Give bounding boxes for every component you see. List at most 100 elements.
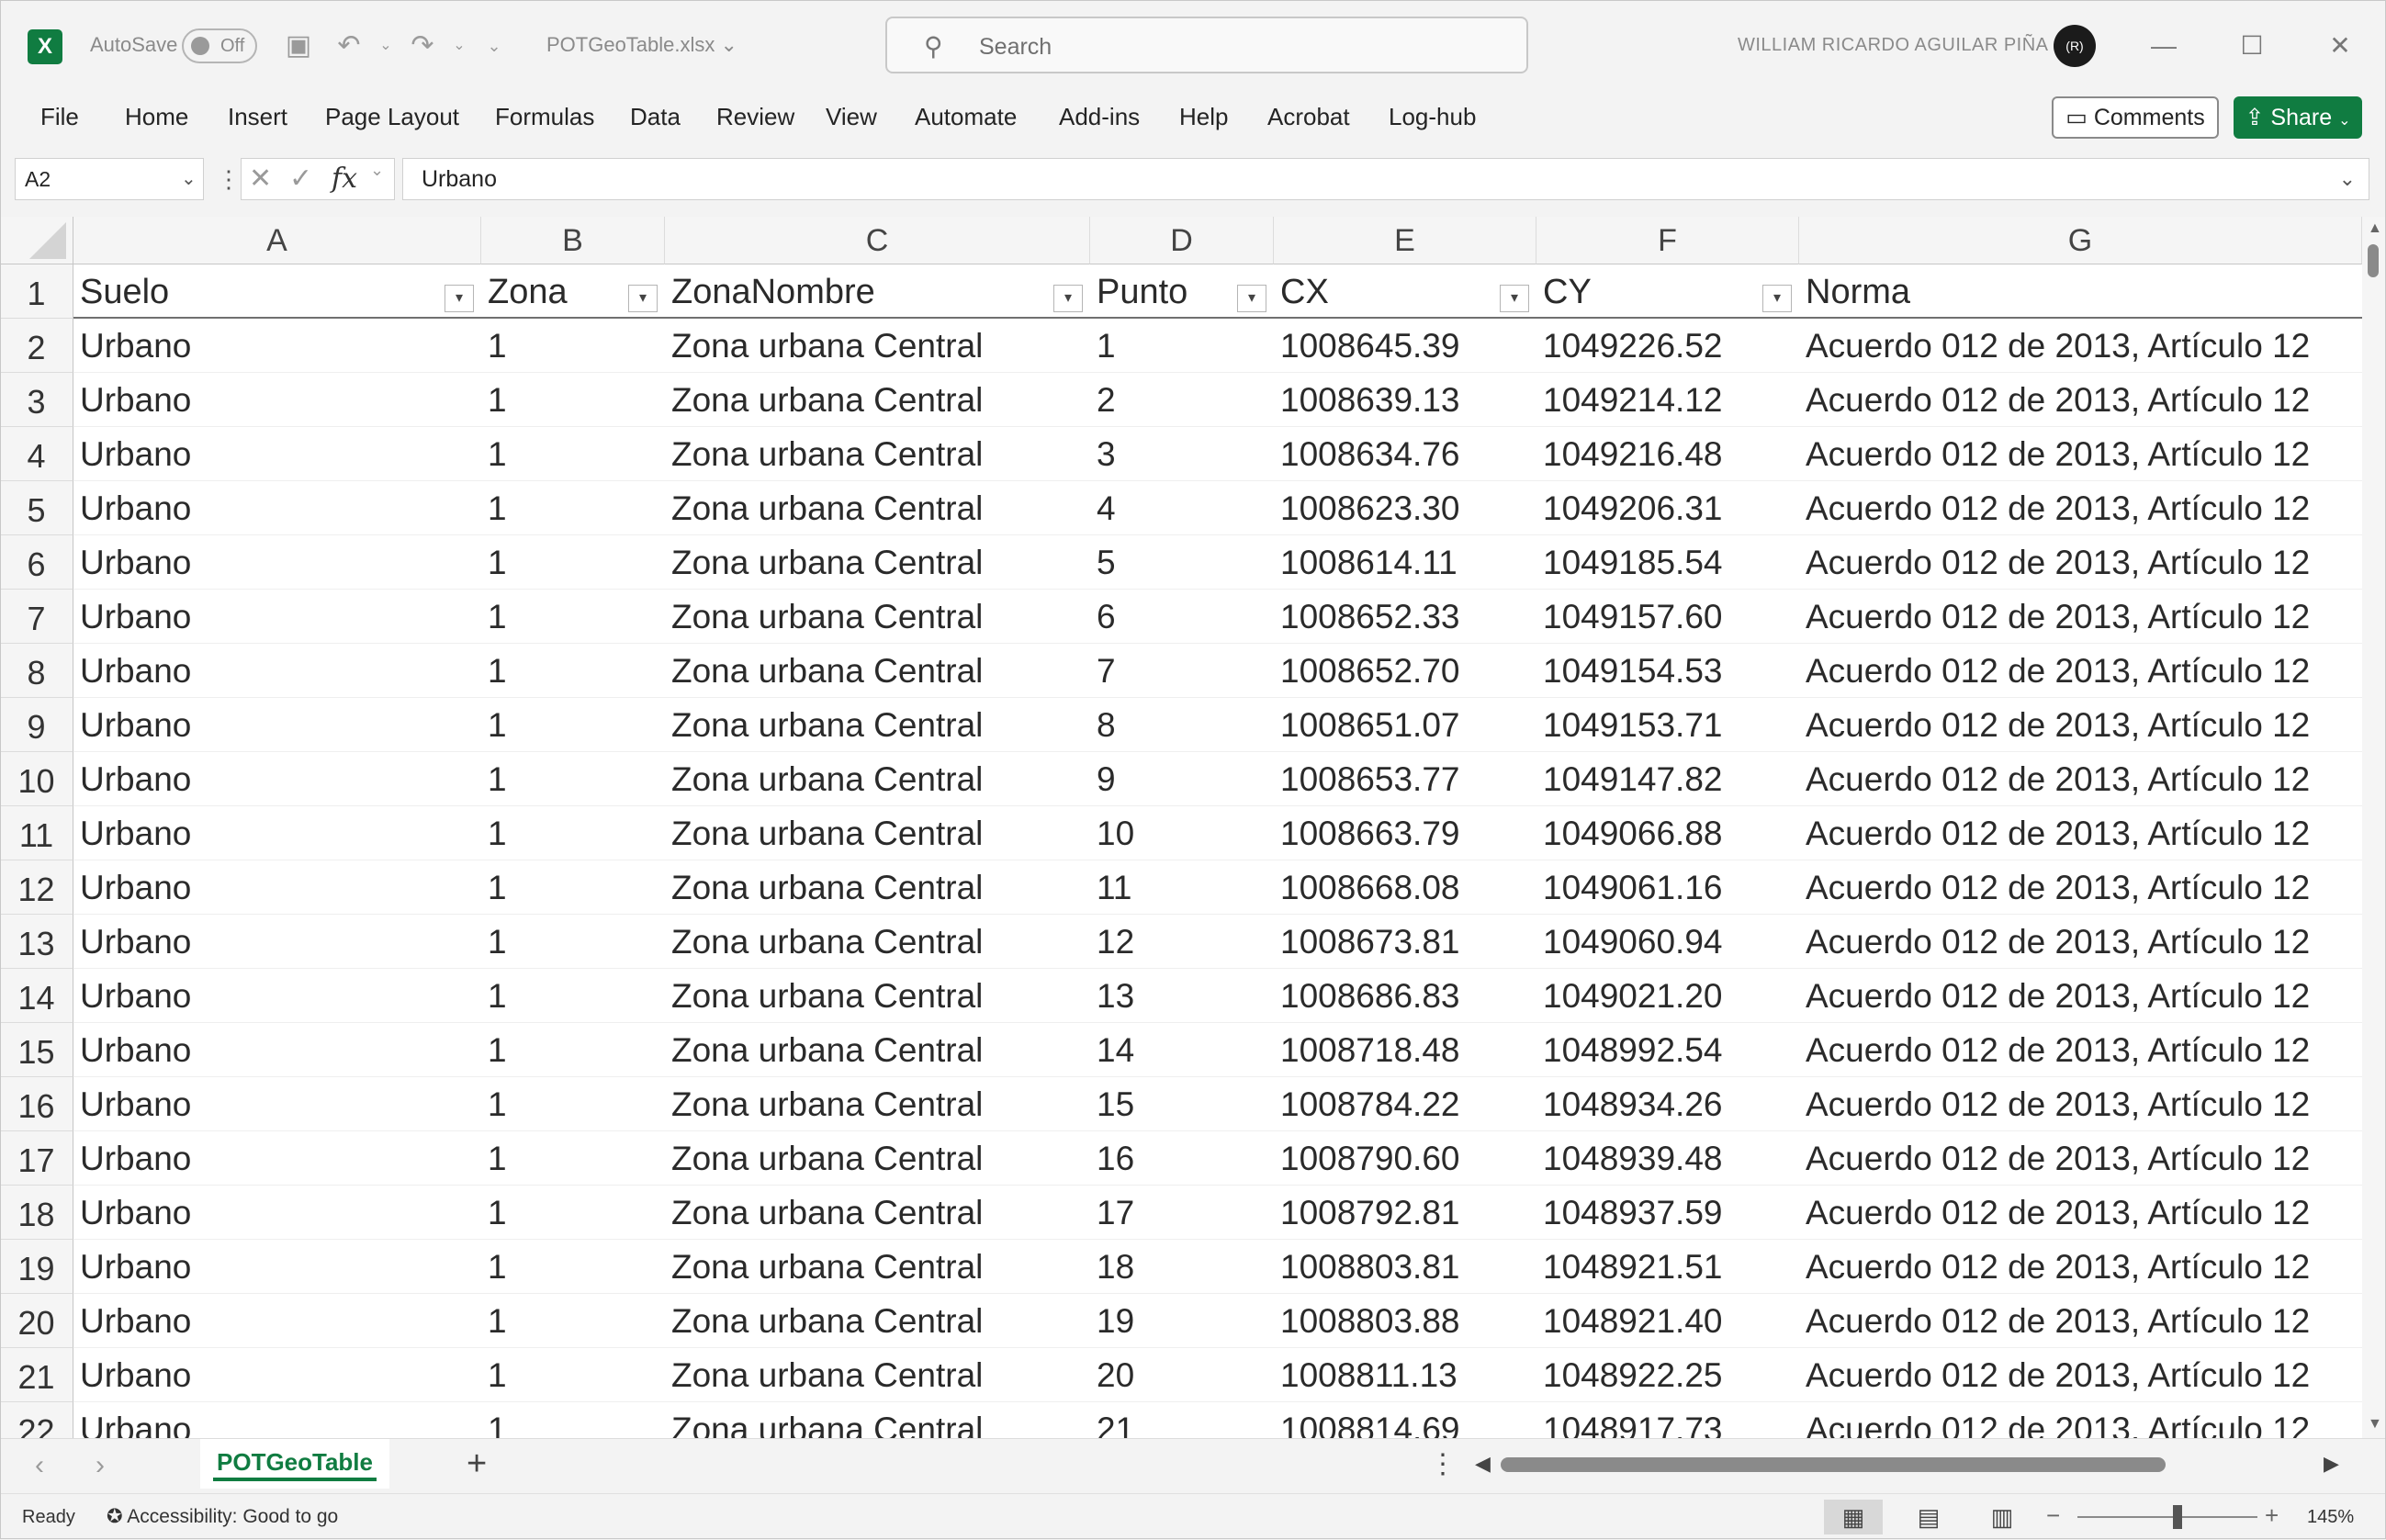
scroll-up-icon[interactable]: ▲: [2368, 220, 2382, 237]
table-header-cell[interactable]: CY: [1536, 264, 1799, 319]
table-header-cell[interactable]: ZonaNombre: [665, 264, 1090, 319]
table-cell[interactable]: 7: [1090, 644, 1274, 698]
table-cell[interactable]: Zona urbana Central: [665, 481, 1090, 535]
table-header-cell[interactable]: CX: [1274, 264, 1536, 319]
table-cell[interactable]: Acuerdo 012 de 2013, Artículo 12: [1799, 481, 2362, 535]
cancel-icon[interactable]: ✕: [249, 163, 272, 195]
table-cell[interactable]: 1049021.20: [1536, 969, 1799, 1023]
tab-page-layout[interactable]: Page Layout: [325, 103, 459, 131]
table-cell[interactable]: Urbano: [73, 1186, 481, 1240]
zoom-in-icon[interactable]: +: [2265, 1501, 2279, 1530]
table-cell[interactable]: 1: [1090, 319, 1274, 373]
save-icon[interactable]: ▣: [280, 28, 317, 64]
row-header[interactable]: 4: [0, 427, 73, 481]
column-header-e[interactable]: E: [1274, 217, 1536, 264]
table-cell[interactable]: 5: [1090, 535, 1274, 590]
chevron-down-icon[interactable]: ⌄: [370, 161, 384, 180]
table-cell[interactable]: Acuerdo 012 de 2013, Artículo 12: [1799, 1023, 2362, 1077]
table-cell[interactable]: Zona urbana Central: [665, 373, 1090, 427]
table-cell[interactable]: Urbano: [73, 481, 481, 535]
redo-dropdown-icon[interactable]: ⌄: [441, 28, 478, 64]
table-cell[interactable]: 1008645.39: [1274, 319, 1536, 373]
table-cell[interactable]: 1: [481, 1240, 665, 1294]
table-cell[interactable]: Zona urbana Central: [665, 806, 1090, 860]
table-cell[interactable]: 1: [481, 481, 665, 535]
table-cell[interactable]: 1008811.13: [1274, 1348, 1536, 1402]
row-header[interactable]: 15: [0, 1023, 73, 1077]
table-cell[interactable]: Zona urbana Central: [665, 1131, 1090, 1186]
table-cell[interactable]: Urbano: [73, 427, 481, 481]
select-all-button[interactable]: [0, 217, 73, 264]
table-cell[interactable]: Urbano: [73, 1023, 481, 1077]
filter-dropdown-icon[interactable]: ▾: [1762, 285, 1792, 312]
column-header-b[interactable]: B: [481, 217, 665, 264]
accessibility-status[interactable]: ✪ Accessibility: Good to go: [107, 1505, 338, 1528]
formula-input[interactable]: Urbano ⌄: [402, 158, 2369, 200]
table-cell[interactable]: 1008686.83: [1274, 969, 1536, 1023]
row-header[interactable]: 13: [0, 915, 73, 969]
table-cell[interactable]: Urbano: [73, 319, 481, 373]
table-cell[interactable]: Acuerdo 012 de 2013, Artículo 12: [1799, 806, 2362, 860]
table-cell[interactable]: 1: [481, 1402, 665, 1438]
table-cell[interactable]: 1049147.82: [1536, 752, 1799, 806]
tab-acrobat[interactable]: Acrobat: [1267, 103, 1350, 131]
table-cell[interactable]: Urbano: [73, 1348, 481, 1402]
table-cell[interactable]: 1049157.60: [1536, 590, 1799, 644]
table-cell[interactable]: 1008784.22: [1274, 1077, 1536, 1131]
table-cell[interactable]: 1048921.40: [1536, 1294, 1799, 1348]
maximize-icon[interactable]: ☐: [2224, 20, 2279, 72]
table-cell[interactable]: Urbano: [73, 1077, 481, 1131]
tab-review[interactable]: Review: [716, 103, 794, 131]
name-box[interactable]: A2 ⌄: [15, 158, 204, 200]
row-header[interactable]: 18: [0, 1186, 73, 1240]
table-cell[interactable]: Urbano: [73, 373, 481, 427]
next-sheet-icon[interactable]: ›: [96, 1450, 105, 1481]
tab-file[interactable]: File: [40, 103, 79, 131]
table-cell[interactable]: 1008663.79: [1274, 806, 1536, 860]
row-header[interactable]: 22: [0, 1402, 73, 1438]
table-cell[interactable]: Acuerdo 012 de 2013, Artículo 12: [1799, 644, 2362, 698]
table-cell[interactable]: Acuerdo 012 de 2013, Artículo 12: [1799, 590, 2362, 644]
table-cell[interactable]: Acuerdo 012 de 2013, Artículo 12: [1799, 1402, 2362, 1438]
zoom-slider-thumb[interactable]: [2173, 1505, 2182, 1529]
table-cell[interactable]: 1008639.13: [1274, 373, 1536, 427]
table-cell[interactable]: 6: [1090, 590, 1274, 644]
row-header[interactable]: 3: [0, 373, 73, 427]
table-cell[interactable]: 1: [481, 860, 665, 915]
zoom-slider[interactable]: [2077, 1516, 2257, 1518]
table-cell[interactable]: 1049226.52: [1536, 319, 1799, 373]
table-cell[interactable]: 13: [1090, 969, 1274, 1023]
previous-sheet-icon[interactable]: ‹: [35, 1450, 44, 1481]
table-cell[interactable]: 1008803.81: [1274, 1240, 1536, 1294]
table-cell[interactable]: 15: [1090, 1077, 1274, 1131]
undo-dropdown-icon[interactable]: ⌄: [367, 28, 404, 64]
table-cell[interactable]: 16: [1090, 1131, 1274, 1186]
table-cell[interactable]: 20: [1090, 1348, 1274, 1402]
scroll-down-icon[interactable]: ▼: [2368, 1416, 2382, 1433]
tab-automate[interactable]: Automate: [915, 103, 1017, 131]
table-cell[interactable]: Acuerdo 012 de 2013, Artículo 12: [1799, 319, 2362, 373]
chevron-down-icon[interactable]: ⌄: [181, 159, 197, 199]
horizontal-scroll-thumb[interactable]: [1501, 1457, 2166, 1472]
table-cell[interactable]: 1: [481, 373, 665, 427]
row-header[interactable]: 9: [0, 698, 73, 752]
filter-dropdown-icon[interactable]: ▾: [628, 285, 658, 312]
table-cell[interactable]: 1048917.73: [1536, 1402, 1799, 1438]
table-cell[interactable]: Zona urbana Central: [665, 1402, 1090, 1438]
table-cell[interactable]: Acuerdo 012 de 2013, Artículo 12: [1799, 698, 2362, 752]
table-cell[interactable]: 1008814.69: [1274, 1402, 1536, 1438]
table-cell[interactable]: 1: [481, 698, 665, 752]
table-cell[interactable]: 1008673.81: [1274, 915, 1536, 969]
table-cell[interactable]: 1048937.59: [1536, 1186, 1799, 1240]
table-cell[interactable]: Acuerdo 012 de 2013, Artículo 12: [1799, 1240, 2362, 1294]
table-cell[interactable]: Acuerdo 012 de 2013, Artículo 12: [1799, 915, 2362, 969]
normal-view-icon[interactable]: ▦: [1824, 1500, 1883, 1534]
table-cell[interactable]: Zona urbana Central: [665, 969, 1090, 1023]
horizontal-scrollbar[interactable]: [1497, 1457, 2324, 1472]
table-cell[interactable]: 1: [481, 1294, 665, 1348]
table-cell[interactable]: Zona urbana Central: [665, 1023, 1090, 1077]
scroll-right-icon[interactable]: ▶: [2324, 1452, 2339, 1476]
more-options-icon[interactable]: ⋮: [1429, 1448, 1457, 1480]
table-cell[interactable]: 1008652.70: [1274, 644, 1536, 698]
zoom-level[interactable]: 145%: [2307, 1507, 2354, 1528]
